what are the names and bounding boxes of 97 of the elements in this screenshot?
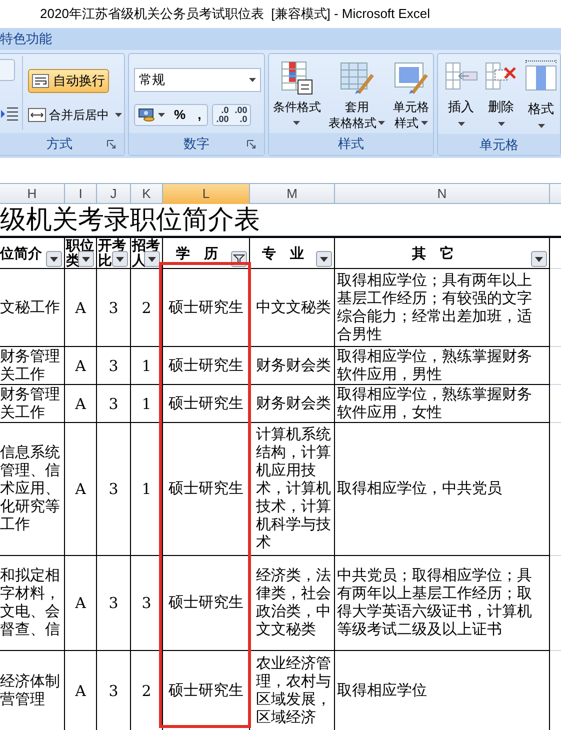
education-cell: 硕士研究生 <box>163 423 250 556</box>
other-cell: 取得相应学位，中共党员 <box>335 423 550 556</box>
other-cell: 取得相应学位，熟练掌握财务 软件应用，女性 <box>335 385 550 423</box>
headcount-cell: 2 <box>131 269 163 347</box>
insert-cells-icon <box>443 60 479 92</box>
ratio-cell: 3 <box>97 651 131 730</box>
column-header[interactable]: H <box>0 184 65 204</box>
dialog-launcher-icon[interactable] <box>107 140 116 149</box>
headcount-cell: 1 <box>131 385 163 423</box>
other-cell: 中共党员；取得相应学位；具 有两年以上基层工作经历；取 得大学英语六级证书，计算机 等级考试二级及以上证书 <box>335 556 550 651</box>
headcount-cell: 2 <box>131 651 163 730</box>
education-cell: 硕士研究生 <box>163 651 250 730</box>
position-intro-cell: 信息系统 管理、信 术应用、 化研究等 工作 <box>0 423 65 556</box>
comma-button[interactable]: , <box>192 105 208 125</box>
group-label: 单元格 <box>480 136 518 154</box>
filter-dropdown-icon[interactable] <box>531 251 547 267</box>
category-cell: A <box>65 556 97 651</box>
table-format-icon <box>338 60 375 96</box>
major-cell: 计算机系统 结构，计算 机应用技 术，计算机 技术，计算 机科学与技 术 <box>250 423 335 556</box>
education-cell: 硕士研究生 <box>163 385 250 423</box>
indent-icon[interactable] <box>1 106 18 122</box>
caret-icon <box>249 78 256 82</box>
other-cell: 取得相应学位 <box>335 651 550 730</box>
ratio-cell: 3 <box>97 423 131 556</box>
headcount-cell: 1 <box>131 423 163 556</box>
education-cell: 硕士研究生 <box>163 556 250 651</box>
header-cell: 专 业 <box>250 238 335 269</box>
cells-button[interactable]: 删除 <box>482 60 520 134</box>
column-header[interactable]: I <box>65 184 97 204</box>
conditional-format-icon <box>280 60 314 96</box>
major-cell: 中文文秘类 <box>250 269 335 347</box>
headcount-cell: 1 <box>131 347 163 385</box>
header-cell: 其 它 <box>335 238 550 269</box>
wrap-text-icon <box>32 74 49 88</box>
caret-icon <box>538 124 544 128</box>
other-cell: 取得相应学位，熟练掌握财务 软件应用，男性 <box>335 347 550 385</box>
cells-button[interactable]: 格式 <box>522 60 560 134</box>
filter-dropdown-icon[interactable] <box>316 251 332 267</box>
column-header[interactable]: L <box>163 184 250 204</box>
header-cell: 开考 比 <box>97 238 131 269</box>
other-cell: 取得相应学位；具有两年以上 基层工作经历；有较强的文字 综合能力；经常出差加班，适 合男性 <box>335 269 550 347</box>
major-cell: 财务财会类 <box>250 385 335 423</box>
delete-cells-icon <box>483 60 519 92</box>
headcount-cell: 3 <box>131 556 163 651</box>
caret-icon <box>420 121 428 125</box>
position-intro-cell: 财务管理 关工作 <box>0 347 65 385</box>
category-cell: A <box>65 269 97 347</box>
style-button[interactable]: 条件格式 <box>272 60 321 131</box>
dialog-launcher-icon[interactable] <box>247 140 256 149</box>
category-cell: A <box>65 385 97 423</box>
caret-icon <box>378 121 386 125</box>
style-button[interactable]: 套用 表格格式 <box>328 60 386 131</box>
major-cell: 财务财会类 <box>250 347 335 385</box>
style-button[interactable]: 单元格 样式 <box>393 60 430 131</box>
caret-icon <box>458 122 464 126</box>
money-icon <box>138 107 156 123</box>
category-cell: A <box>65 423 97 556</box>
education-cell: 硕士研究生 <box>163 269 250 347</box>
caret-icon <box>293 121 300 125</box>
sheet-title: 级机关考录职位简介表 <box>0 204 260 234</box>
header-cell: 招考 人 <box>131 238 163 269</box>
filter-dropdown-icon[interactable] <box>46 251 62 267</box>
caret-icon <box>498 122 504 126</box>
cells-button[interactable]: 插入 <box>442 60 480 134</box>
window-title: 2020年江苏省级机关公务员考试职位表 [兼容模式] - Microsoft Excel <box>40 5 430 24</box>
wrap-text-button[interactable]: 自动换行 <box>28 69 109 93</box>
position-intro-cell: 经济体制 营管理 <box>0 651 65 730</box>
ribbon-tab[interactable]: 特色功能 <box>0 29 52 49</box>
major-cell: 农业经济管 理，农村与 区域发展， 区域经济 <box>250 651 335 730</box>
column-header[interactable]: J <box>97 184 131 204</box>
position-intro-cell: 财务管理 关工作 <box>0 385 65 423</box>
position-intro-cell: 和拟定相 字材料， 文电、会 督查、信 <box>0 556 65 651</box>
filter-dropdown-icon[interactable] <box>112 251 128 267</box>
cell-style-icon <box>393 60 430 96</box>
merge-center-button[interactable]: 合并后居中 <box>27 104 123 126</box>
column-header[interactable]: M <box>250 184 335 204</box>
increase-decimal-button[interactable]: .0 .00 <box>213 105 232 125</box>
caret-icon <box>158 113 165 117</box>
decrease-decimal-button[interactable]: .00 .0 <box>232 105 250 125</box>
caret-icon <box>115 113 122 117</box>
category-cell: A <box>65 651 97 730</box>
major-cell: 经济类，法 律类，社会 政治类，中 文文秘类 <box>250 556 335 651</box>
number-format-dropdown[interactable]: 常规 <box>134 68 261 92</box>
ratio-cell: 3 <box>97 385 131 423</box>
category-cell: A <box>65 347 97 385</box>
education-cell: 硕士研究生 <box>163 347 250 385</box>
group-label: 方式 <box>46 135 72 154</box>
column-header[interactable]: N <box>335 184 550 204</box>
ratio-cell: 3 <box>97 556 131 651</box>
position-intro-cell: 文秘工作 <box>0 269 65 347</box>
merge-icon <box>28 108 46 122</box>
percent-button[interactable]: % <box>168 105 192 125</box>
group-label: 样式 <box>338 135 364 154</box>
ratio-cell: 3 <box>97 347 131 385</box>
ratio-cell: 3 <box>97 269 131 347</box>
group-label: 数字 <box>184 135 210 154</box>
filter-dropdown-icon[interactable] <box>144 251 160 267</box>
